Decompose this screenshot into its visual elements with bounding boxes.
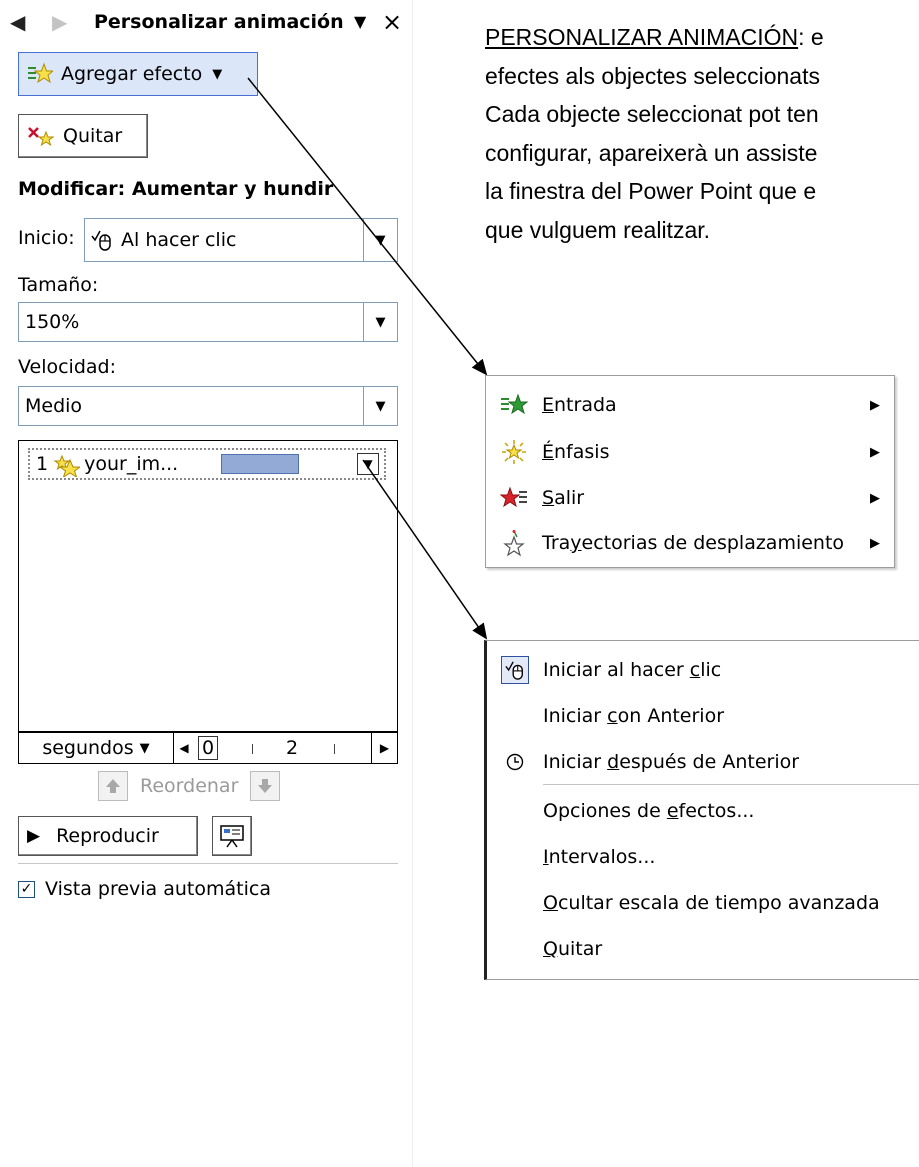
modify-heading: Modificar: Aumentar y hundir <box>18 178 334 200</box>
size-select[interactable]: 150% ▼ <box>18 302 398 342</box>
add-effect-button[interactable]: Agregar efecto ▼ <box>18 52 258 96</box>
size-label: Tamaño: <box>18 274 99 296</box>
explanation-line: la finestra del Power Point que e <box>485 178 817 204</box>
submenu-arrow-icon: ▶ <box>870 397 880 413</box>
explanation-line: configurar, apareixerà un assiste <box>485 139 818 166</box>
close-icon[interactable]: × <box>382 8 402 36</box>
time-unit-dropdown[interactable]: segundos ▼ <box>19 733 174 763</box>
menu-separator <box>543 784 919 785</box>
scroll-right-icon[interactable]: ▶ <box>371 733 397 763</box>
menu-item-motion-paths[interactable]: Trayectorias de desplazamiento ▶ <box>486 518 894 568</box>
size-value: 150% <box>25 311 80 333</box>
submenu-arrow-icon: ▶ <box>870 490 880 506</box>
chevron-down-icon[interactable]: ▼ <box>363 303 397 341</box>
time-zero-marker: 0 <box>198 736 219 760</box>
exit-star-icon <box>486 486 542 510</box>
pane-title: Personalizar animación <box>94 11 344 33</box>
menu-item-timing[interactable]: Intervalos... <box>487 832 919 882</box>
speed-value: Medio <box>25 395 83 417</box>
add-effect-star-icon <box>28 62 53 84</box>
timing-bar[interactable] <box>221 454 299 474</box>
chevron-down-icon[interactable]: ▼ <box>363 219 397 261</box>
reorder-row: Reordenar <box>98 770 281 802</box>
reorder-label: Reordenar <box>140 775 239 797</box>
menu-item-effect-options[interactable]: Opciones de efectos... <box>487 786 919 836</box>
chevron-down-icon: ▼ <box>212 66 223 82</box>
explanation-heading: PERSONALIZAR ANIMACIÓN <box>485 24 799 50</box>
menu-item-entrance[interactable]: Entrada ▶ <box>486 380 894 430</box>
menu-item-emphasis[interactable]: Énfasis ▶ <box>486 427 894 477</box>
menu-item-start-with-previous[interactable]: Iniciar con Anterior <box>487 691 919 741</box>
time-ruler[interactable]: 0 2 <box>194 733 371 763</box>
play-label: Reproducir <box>56 825 159 847</box>
start-label: Inicio: <box>18 227 75 249</box>
start-select[interactable]: Al hacer clic ▼ <box>84 218 398 262</box>
timeline-bar: segundos ▼ ◀ 0 2 ▶ <box>18 732 398 764</box>
animation-item-context-menu: Iniciar al hacer clic Iniciar con Anteri… <box>484 640 919 980</box>
forward-arrow-icon[interactable]: ▶ <box>52 10 67 34</box>
autopreview-checkbox[interactable]: ✓ <box>18 880 35 898</box>
explanation-line: efectes als objectes seleccionats <box>485 62 820 89</box>
menu-item-hide-advanced-timeline[interactable]: Ocultar escala de tiempo avanzada <box>487 878 919 928</box>
slide-show-button[interactable] <box>212 816 252 856</box>
emphasis-star-icon <box>486 439 542 465</box>
add-effect-menu: Entrada ▶ Énfasis ▶ Salir ▶ Trayectorias… <box>485 375 895 568</box>
submenu-arrow-icon: ▶ <box>870 444 880 460</box>
ruler-tick <box>334 744 335 754</box>
submenu-arrow-icon: ▶ <box>870 535 880 551</box>
emphasis-star-icon <box>53 454 81 477</box>
move-up-icon[interactable] <box>98 771 128 801</box>
custom-animation-pane: ◀ ▶ Personalizar animación ▼ × Agregar e… <box>0 0 413 1167</box>
ruler-tick <box>252 744 253 754</box>
chevron-down-icon[interactable]: ▼ <box>363 387 397 425</box>
explanation-line: : e <box>798 24 824 50</box>
list-item-name: your_im... <box>84 453 179 475</box>
menu-item-start-on-click[interactable]: Iniciar al hacer clic <box>487 645 919 695</box>
list-item[interactable]: 1 your_im... ▼ <box>28 448 386 480</box>
speed-label: Velocidad: <box>18 356 117 378</box>
chevron-down-icon[interactable]: ▼ <box>357 453 379 475</box>
remove-button[interactable]: Quitar <box>18 114 148 158</box>
add-effect-label: Agregar efecto <box>61 63 203 85</box>
back-arrow-icon[interactable]: ◀ <box>10 10 25 34</box>
autopreview-row: ✓ Vista previa automática <box>18 878 271 900</box>
mouse-click-icon <box>501 656 529 684</box>
pane-menu-dropdown-icon[interactable]: ▼ <box>354 12 366 31</box>
animation-list[interactable]: 1 your_im... ▼ <box>18 440 398 732</box>
menu-item-exit[interactable]: Salir ▶ <box>486 473 894 523</box>
divider <box>18 863 398 864</box>
explanation-line: que vulguem realitzar. <box>485 216 711 243</box>
time-two-marker: 2 <box>286 737 299 759</box>
scroll-left-icon[interactable]: ◀ <box>174 741 194 755</box>
play-icon: ▶ <box>27 826 41 846</box>
move-down-icon[interactable] <box>250 771 281 801</box>
menu-item-remove[interactable]: Quitar <box>487 924 919 974</box>
mouse-click-icon <box>91 230 111 251</box>
remove-label: Quitar <box>63 125 123 147</box>
play-button[interactable]: ▶ Reproducir <box>18 816 198 856</box>
explanation-text: PERSONALIZAR ANIMACIÓN: e efectes als ob… <box>485 18 919 249</box>
speed-select[interactable]: Medio ▼ <box>18 386 398 426</box>
chevron-down-icon: ▼ <box>139 740 150 756</box>
autopreview-label: Vista previa automática <box>45 878 271 900</box>
time-unit-label: segundos <box>42 737 134 759</box>
clock-icon <box>487 753 543 771</box>
explanation-line: Cada objecte seleccionat pot ten <box>485 101 819 127</box>
slide-show-icon <box>220 825 244 848</box>
motion-path-star-icon <box>486 529 542 557</box>
menu-item-start-after-previous[interactable]: Iniciar después de Anterior <box>487 737 919 787</box>
entrance-star-icon <box>486 393 542 417</box>
pane-title-bar: ◀ ▶ Personalizar animación ▼ × <box>8 8 408 40</box>
remove-effect-icon <box>28 127 55 147</box>
start-value: Al hacer clic <box>121 229 237 251</box>
list-item-number: 1 <box>36 453 49 475</box>
